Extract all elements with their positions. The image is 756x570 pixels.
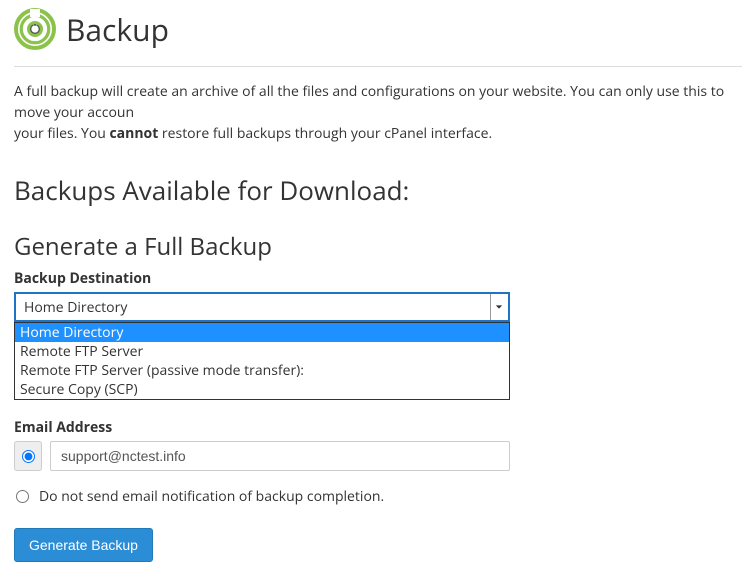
page-title: Backup (66, 9, 169, 50)
backup-destination-select[interactable]: Home Directory (14, 292, 510, 322)
backup-destination-dropdown: Home Directory Remote FTP Server Remote … (14, 322, 510, 400)
no-email-notify-label: Do not send email notification of backup… (39, 487, 384, 506)
backup-icon (14, 8, 56, 50)
backups-available-heading: Backups Available for Download: (14, 172, 742, 208)
email-notify-radio-wrap[interactable] (14, 441, 42, 471)
dropdown-option-remote-ftp[interactable]: Remote FTP Server (15, 342, 509, 361)
page-header: Backup (14, 8, 742, 67)
dropdown-option-home-directory[interactable]: Home Directory (15, 323, 509, 342)
backup-destination-label: Backup Destination (14, 269, 742, 288)
dropdown-option-scp[interactable]: Secure Copy (SCP) (15, 380, 509, 399)
generate-backup-heading: Generate a Full Backup (14, 230, 742, 263)
no-email-notify-radio[interactable] (16, 490, 29, 503)
backup-destination-value: Home Directory (24, 298, 127, 317)
email-address-label: Email Address (14, 418, 742, 437)
generate-backup-button[interactable]: Generate Backup (14, 528, 153, 562)
intro-text: A full backup will create an archive of … (14, 81, 742, 144)
email-notify-radio[interactable] (22, 450, 35, 463)
chevron-down-icon (490, 294, 506, 320)
dropdown-option-remote-ftp-passive[interactable]: Remote FTP Server (passive mode transfer… (15, 361, 509, 380)
email-address-input[interactable] (50, 441, 510, 471)
